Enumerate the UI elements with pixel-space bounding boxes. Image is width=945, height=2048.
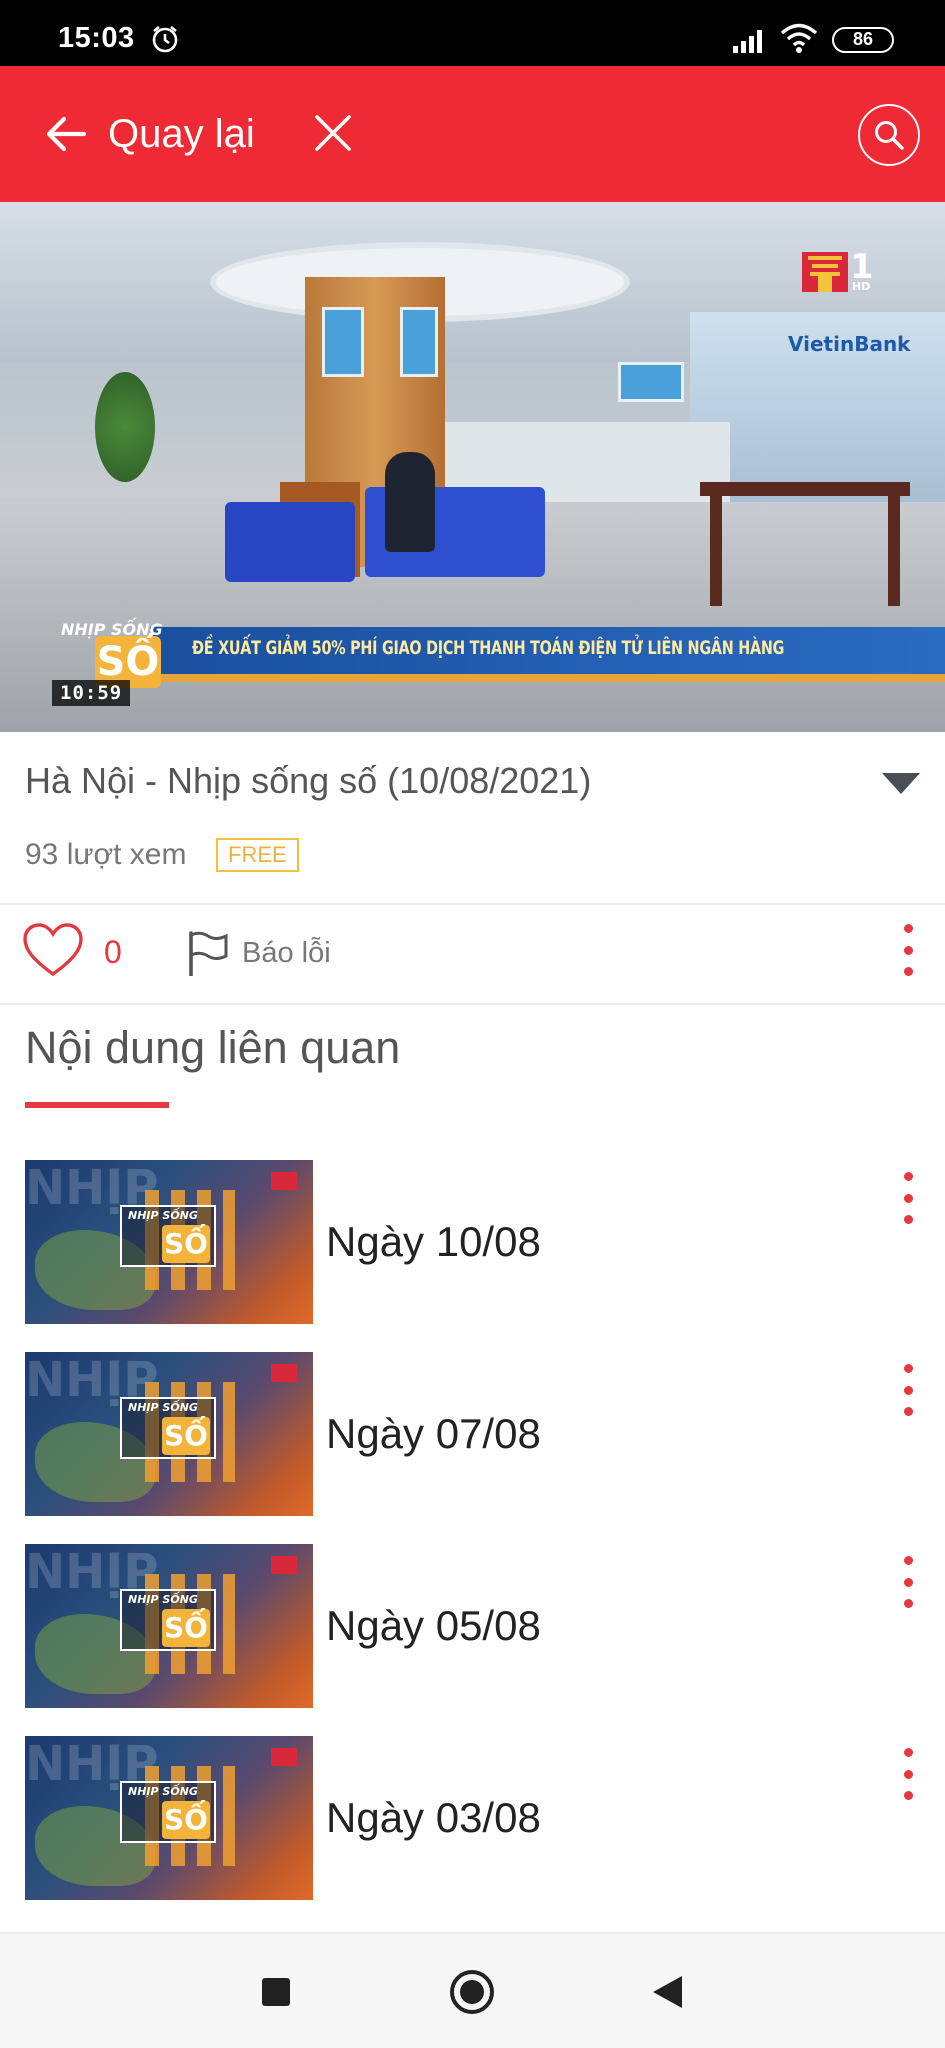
thumbnail-channel-logo: [271, 1556, 297, 1574]
thumbnail-logo-box: NHỊP SỐNG SỐ: [120, 1205, 216, 1267]
channel-hd: HD: [852, 280, 871, 293]
more-vertical-icon[interactable]: [900, 924, 916, 976]
ticker-underline: [150, 674, 945, 682]
video-bank-sign: VietinBank: [788, 332, 911, 356]
related-label: Ngày 10/08: [326, 1218, 541, 1265]
video-sofa: [225, 502, 355, 582]
like-count: 0: [104, 934, 122, 970]
thumbnail-channel-logo: [271, 1748, 297, 1766]
related-label: Ngày 03/08: [326, 1794, 541, 1841]
search-button[interactable]: [858, 104, 920, 166]
close-icon[interactable]: [312, 112, 354, 154]
thumbnail-small-text: NHỊP SỐNG: [128, 1785, 198, 1798]
video-table: [700, 482, 910, 606]
signal-icon: [733, 30, 762, 53]
status-bar: 15:03 86: [0, 0, 945, 66]
app-bar: Quay lại: [0, 66, 945, 202]
related-thumbnail: NHỊP NHỊP SỐNG SỐ: [25, 1736, 313, 1900]
thumbnail-main-text: SỐ: [162, 1225, 210, 1263]
arrow-left-icon: [46, 116, 87, 152]
thumbnail-logo-box: NHỊP SỐNG SỐ: [120, 1589, 216, 1651]
view-count: 93 lượt xem: [25, 838, 187, 871]
wifi-icon: [780, 23, 818, 53]
related-item[interactable]: NHỊP NHỊP SỐNG SỐ Ngày 10/08: [0, 1160, 945, 1324]
video-screen: [618, 362, 684, 402]
ticker-text: ĐỀ XUẤT GIẢM 50% PHÍ GIAO DỊCH THANH TOÁ…: [192, 637, 785, 659]
related-label: Ngày 07/08: [326, 1410, 541, 1457]
more-vertical-icon[interactable]: [900, 1172, 916, 1224]
related-label: Ngày 05/08: [326, 1602, 541, 1649]
section-underline: [25, 1102, 169, 1108]
thumbnail-channel-logo: [271, 1364, 297, 1382]
news-ticker: ĐỀ XUẤT GIẢM 50% PHÍ GIAO DỊCH THANH TOÁ…: [150, 627, 945, 677]
related-item[interactable]: NHỊP NHỊP SỐNG SỐ Ngày 05/08: [0, 1544, 945, 1708]
search-icon: [875, 121, 904, 150]
video-screen: [400, 307, 438, 377]
thumbnail-main-text: SỐ: [162, 1417, 210, 1455]
video-plant: [95, 372, 155, 482]
thumbnail-logo-box: NHỊP SỐNG SỐ: [120, 1781, 216, 1843]
thumbnail-logo-box: NHỊP SỐNG SỐ: [120, 1397, 216, 1459]
heart-icon[interactable]: [22, 922, 84, 978]
divider: [0, 1003, 945, 1005]
section-title: Nội dung liên quan: [25, 1022, 401, 1073]
video-title: Hà Nội - Nhịp sống số (10/08/2021): [25, 760, 592, 801]
related-thumbnail: NHỊP NHỊP SỐNG SỐ: [25, 1160, 313, 1324]
triangle-back-icon[interactable]: [650, 1974, 684, 2010]
related-thumbnail: NHỊP NHỊP SỐNG SỐ: [25, 1352, 313, 1516]
thumbnail-small-text: NHỊP SỐNG: [128, 1593, 198, 1606]
back-button[interactable]: Quay lại: [44, 102, 255, 166]
thumbnail-small-text: NHỊP SỐNG: [128, 1401, 198, 1414]
battery-icon: 86: [832, 27, 894, 53]
more-vertical-icon[interactable]: [900, 1364, 916, 1416]
free-badge: FREE: [216, 838, 299, 872]
divider: [0, 903, 945, 905]
square-icon[interactable]: [262, 1978, 290, 2006]
flag-icon[interactable]: [186, 930, 230, 976]
thumbnail-small-text: NHỊP SỐNG: [128, 1209, 198, 1222]
alarm-icon: [152, 25, 178, 53]
video-person: [385, 452, 435, 552]
thumbnail-channel-logo: [271, 1172, 297, 1190]
chevron-down-icon[interactable]: [880, 770, 922, 796]
report-label[interactable]: Báo lỗi: [242, 937, 331, 970]
video-clock: 10:59: [52, 680, 131, 706]
video-player[interactable]: VietinBank 1 HD ĐỀ XUẤT GIẢM 50% PHÍ GIA…: [0, 202, 945, 732]
thumbnail-main-text: SỐ: [162, 1801, 210, 1839]
channel-logo: 1 HD: [800, 244, 876, 300]
more-vertical-icon[interactable]: [900, 1748, 916, 1800]
status-time: 15:03: [58, 22, 135, 54]
circle-icon[interactable]: [450, 1970, 494, 2014]
related-thumbnail: NHỊP NHỊP SỐNG SỐ: [25, 1544, 313, 1708]
back-label: Quay lại: [108, 111, 255, 156]
system-nav-bar: [0, 1932, 945, 2048]
related-item[interactable]: NHỊP NHỊP SỐNG SỐ Ngày 07/08: [0, 1352, 945, 1516]
more-vertical-icon[interactable]: [900, 1556, 916, 1608]
thumbnail-main-text: SỐ: [162, 1609, 210, 1647]
video-screen: [322, 307, 364, 377]
battery-level: 86: [852, 29, 874, 49]
related-item[interactable]: NHỊP NHỊP SỐNG SỐ Ngày 03/08: [0, 1736, 945, 1900]
